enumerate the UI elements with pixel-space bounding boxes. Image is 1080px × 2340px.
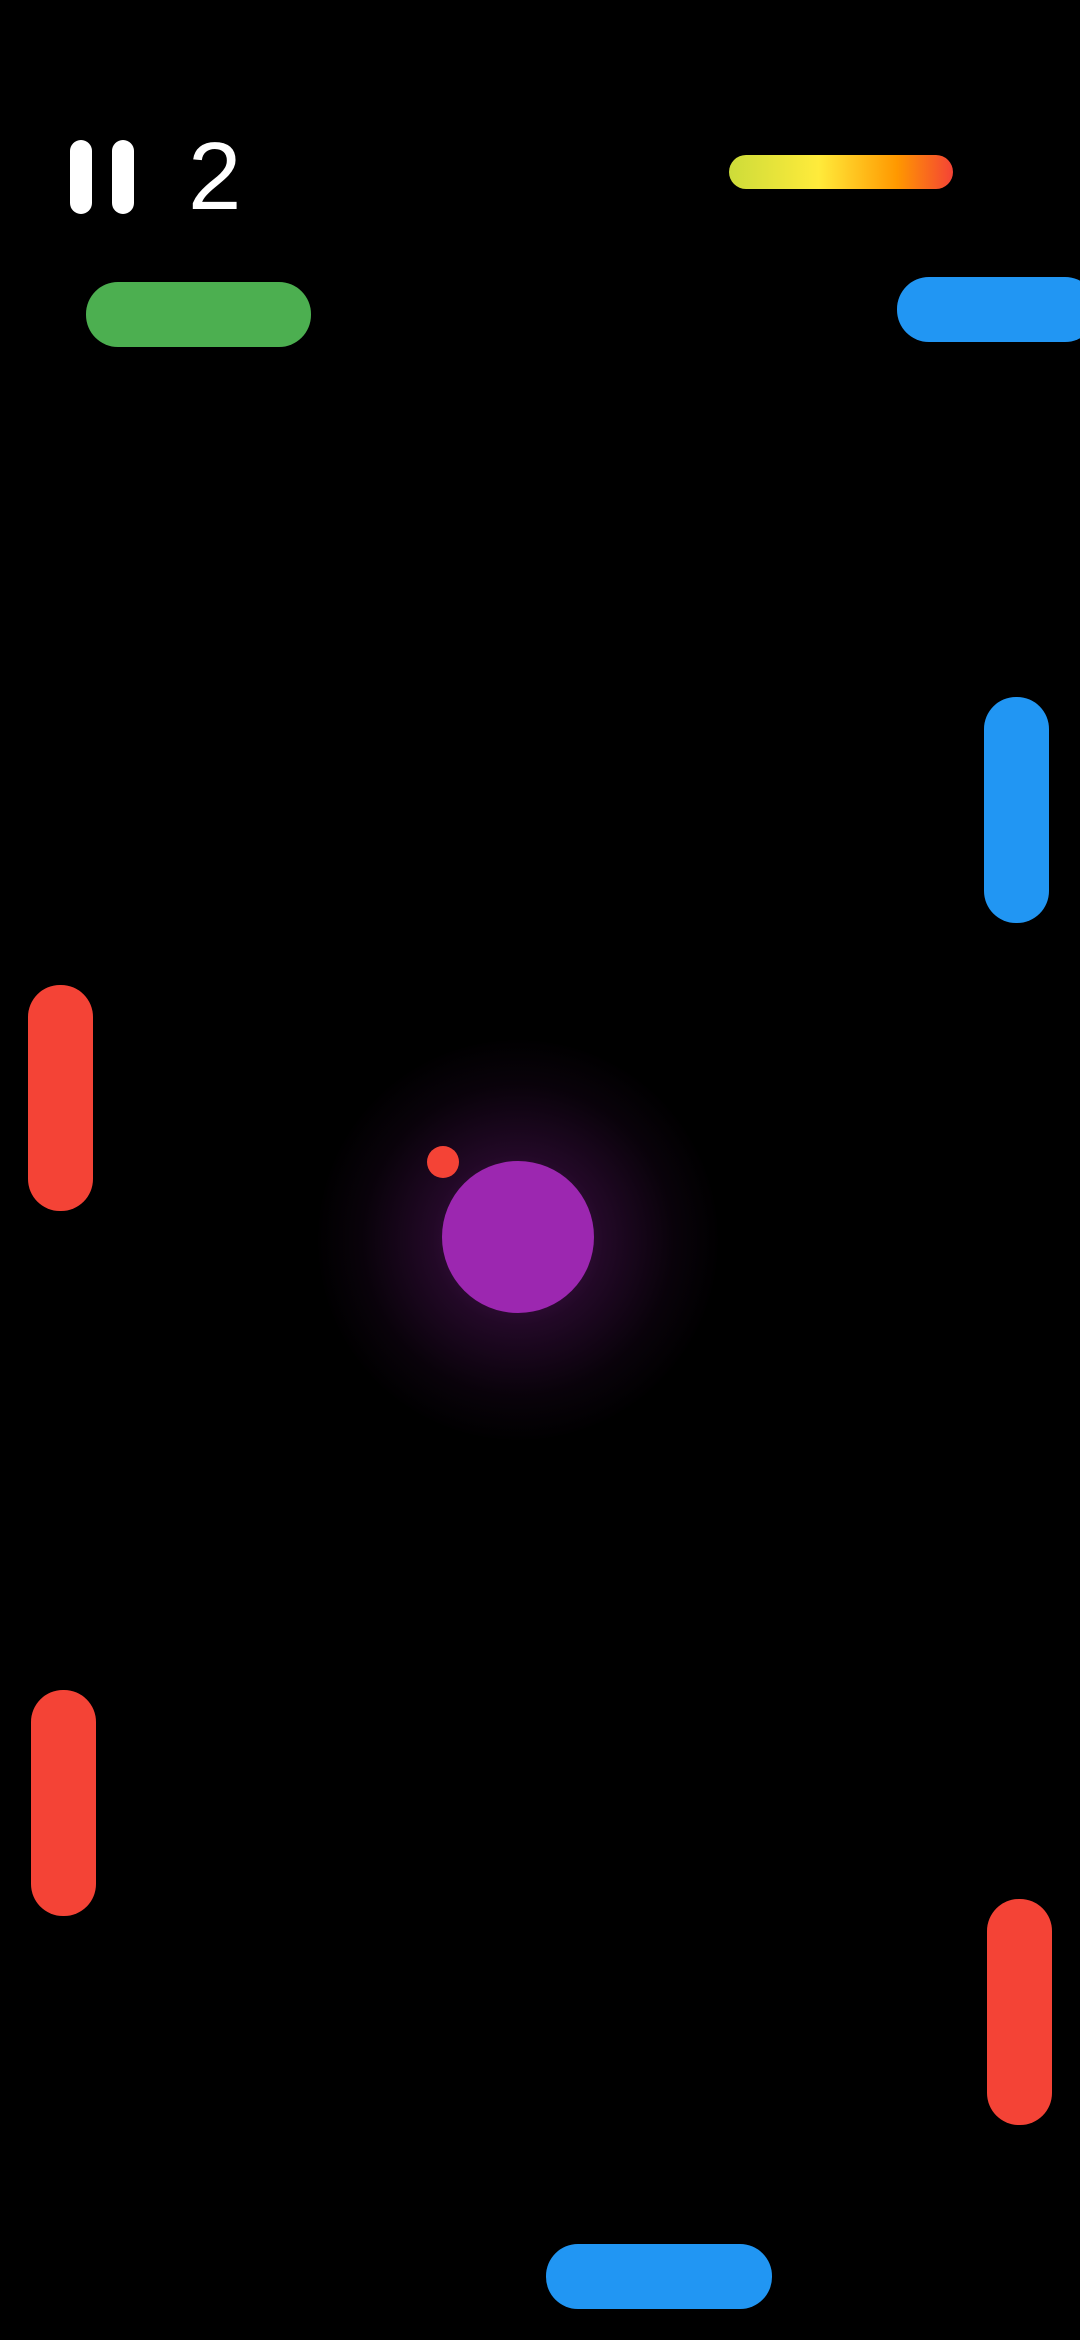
player-ball bbox=[442, 1161, 594, 1313]
pause-bar-right bbox=[112, 140, 134, 214]
color-meter bbox=[729, 155, 953, 189]
paddle-bottom-blue bbox=[546, 2244, 772, 2309]
paddle-lower-right-red bbox=[987, 1899, 1052, 2125]
paddle-top-right-blue bbox=[897, 277, 1080, 342]
orbit-dot bbox=[427, 1146, 459, 1178]
paddle-left-red bbox=[28, 985, 93, 1211]
paddle-right-blue bbox=[984, 697, 1049, 923]
pause-button[interactable] bbox=[62, 138, 138, 218]
paddle-top-left-green bbox=[86, 282, 311, 347]
game-stage[interactable]: 2 bbox=[0, 0, 1080, 2340]
pause-bar-left bbox=[70, 140, 92, 214]
score-counter: 2 bbox=[188, 123, 242, 230]
paddle-lower-left-red bbox=[31, 1690, 96, 1916]
